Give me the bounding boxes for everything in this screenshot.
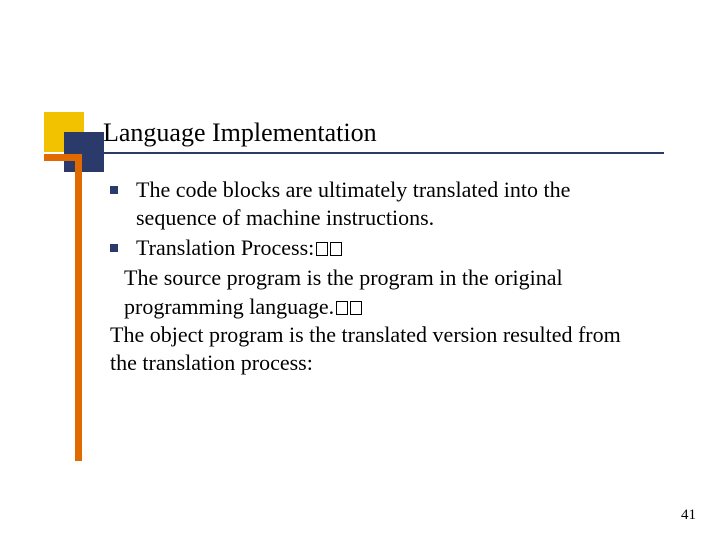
slide: Language Implementation The code blocks … — [0, 0, 720, 540]
bullet-item: Translation Process: — [110, 234, 650, 262]
bullet-item: The code blocks are ultimately translate… — [110, 176, 650, 232]
missing-glyph-icon — [330, 242, 342, 256]
body-paragraph: The object program is the translated ver… — [110, 321, 650, 377]
missing-glyph-icon — [336, 301, 348, 315]
body-paragraph: The source program is the program in the… — [124, 264, 650, 320]
header-rule-orange-horizontal — [44, 154, 82, 161]
paragraph-text: The object program is the translated ver… — [110, 322, 621, 375]
bullet-square-icon — [110, 186, 118, 194]
slide-body: The code blocks are ultimately translate… — [110, 176, 650, 377]
bullet-square-icon — [110, 244, 118, 252]
bullet-text: The code blocks are ultimately translate… — [136, 176, 650, 232]
slide-title: Language Implementation — [103, 118, 377, 148]
bullet-text: Translation Process: — [136, 234, 650, 262]
missing-glyph-icon — [350, 301, 362, 315]
bullet-text-label: Translation Process: — [136, 235, 314, 260]
header-square-navy — [64, 132, 104, 172]
page-number: 41 — [681, 507, 696, 524]
missing-glyph-icon — [316, 242, 328, 256]
sidebar-rule-orange-vertical — [75, 161, 82, 461]
header-rule-navy — [104, 152, 664, 154]
